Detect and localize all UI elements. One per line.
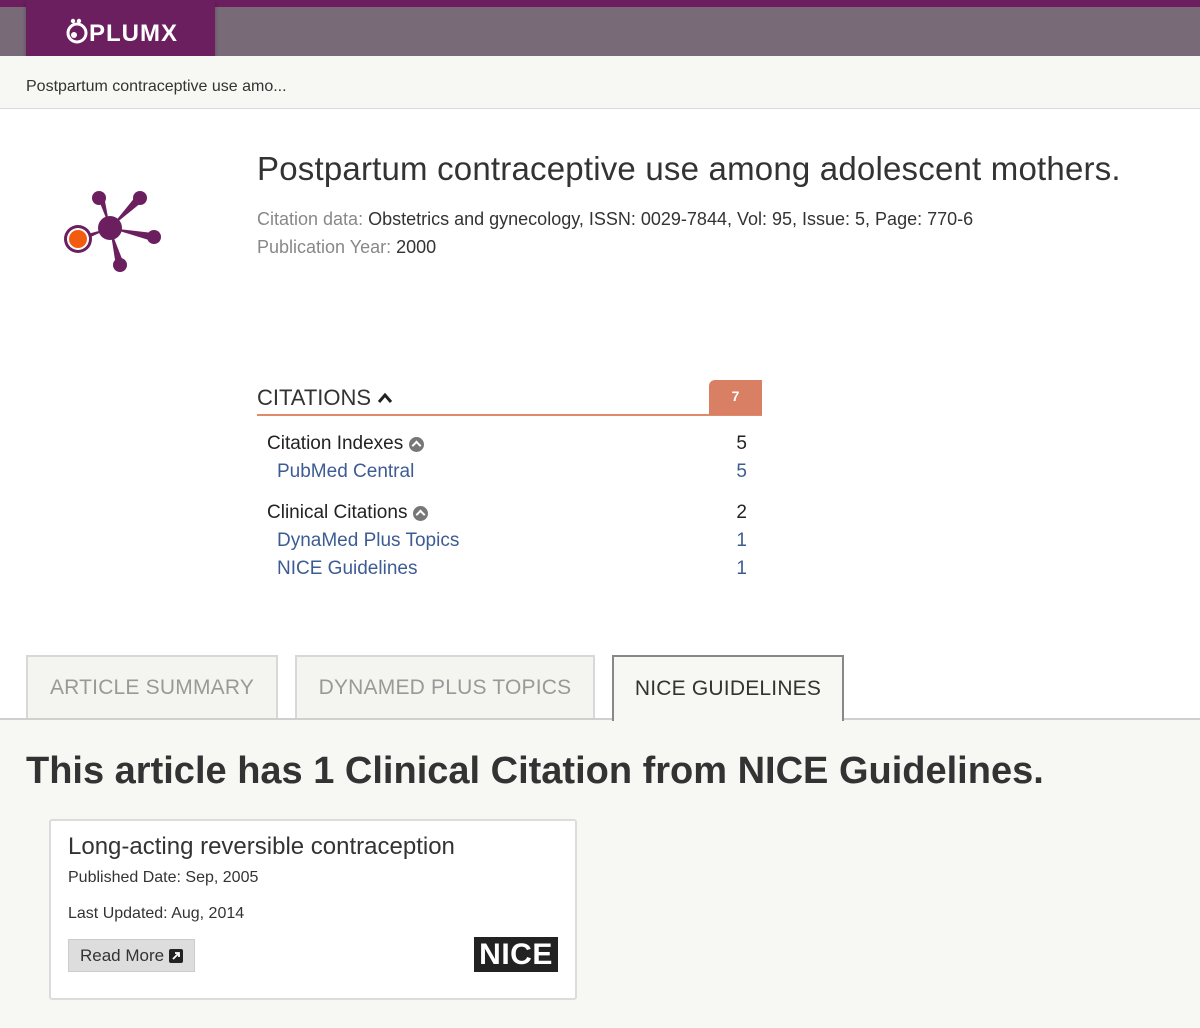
- chevron-up-icon: [377, 392, 393, 403]
- citations-count-badge: 7: [709, 380, 762, 415]
- citation-source-name[interactable]: NICE Guidelines: [277, 558, 417, 580]
- plumx-logo-mark: PLUMX: [66, 18, 177, 46]
- citation-source-name[interactable]: PubMed Central: [277, 461, 414, 483]
- citation-data: Citation data: Obstetrics and gynecology…: [257, 209, 973, 230]
- citation-group-row[interactable]: Citation Indexes 5: [267, 433, 747, 455]
- tab-nice-guidelines[interactable]: NICE GUIDELINES: [612, 655, 844, 721]
- citation-group-count: 2: [736, 502, 747, 523]
- citation-group-label: Citation Indexes: [267, 433, 404, 454]
- last-updated: Last Updated: Aug, 2014: [68, 905, 245, 922]
- citation-source-row[interactable]: NICE Guidelines 1: [277, 558, 747, 580]
- citation-source-row[interactable]: PubMed Central 5: [277, 461, 747, 483]
- citation-source-name[interactable]: DynaMed Plus Topics: [277, 530, 459, 552]
- citation-group-name: Clinical Citations: [267, 502, 429, 524]
- publication-year-value: 2000: [396, 237, 437, 257]
- published-date: Published Date: Sep, 2005: [68, 869, 259, 886]
- guideline-title: Long-acting reversible contraception: [68, 833, 455, 860]
- citation-source-count: 1: [736, 530, 747, 551]
- plumx-logo-text: PLUMX: [89, 20, 177, 46]
- tab-panel: This article has 1 Clinical Citation fro…: [0, 720, 1200, 1028]
- plumx-artifact-icon: [64, 191, 161, 272]
- article-title: Postpartum contraceptive use among adole…: [257, 150, 1121, 187]
- external-link-icon: [169, 948, 184, 963]
- tab-dynamed-plus-topics[interactable]: DYNAMED PLUS TOPICS: [295, 655, 595, 719]
- citation-source-count: 5: [736, 461, 747, 482]
- citation-group-label: Clinical Citations: [267, 502, 408, 523]
- citation-group-name: Citation Indexes: [267, 433, 425, 455]
- breadcrumb: Postpartum contraceptive use amo...: [26, 78, 287, 95]
- citation-data-label: Citation data:: [257, 209, 364, 229]
- plumx-logo[interactable]: PLUMX: [26, 0, 215, 63]
- breadcrumb-bar: Postpartum contraceptive use amo...: [0, 56, 1200, 109]
- read-more-label: Read More: [80, 945, 165, 965]
- citation-group-row[interactable]: Clinical Citations 2: [267, 502, 747, 524]
- citation-group-count: 5: [736, 433, 747, 454]
- citations-toggle[interactable]: CITATIONS: [257, 385, 393, 411]
- citations-label: CITATIONS: [257, 385, 372, 410]
- circle-chevron-up-icon[interactable]: [413, 505, 429, 521]
- circle-chevron-up-icon[interactable]: [409, 436, 425, 452]
- citations-header: CITATIONS 7: [257, 380, 762, 416]
- publication-year-label: Publication Year:: [257, 237, 392, 257]
- citation-data-value: Obstetrics and gynecology, ISSN: 0029-78…: [368, 209, 974, 229]
- citation-source-row[interactable]: DynaMed Plus Topics 1: [277, 530, 747, 552]
- panel-heading: This article has 1 Clinical Citation fro…: [26, 750, 1044, 792]
- guideline-card: Long-acting reversible contraception Pub…: [49, 819, 577, 1000]
- read-more-button[interactable]: Read More: [68, 939, 196, 972]
- publication-year: Publication Year: 2000: [257, 237, 436, 258]
- tab-article-summary[interactable]: ARTICLE SUMMARY: [26, 655, 278, 719]
- nice-logo: NICE: [474, 937, 558, 972]
- citation-source-count: 1: [736, 558, 747, 579]
